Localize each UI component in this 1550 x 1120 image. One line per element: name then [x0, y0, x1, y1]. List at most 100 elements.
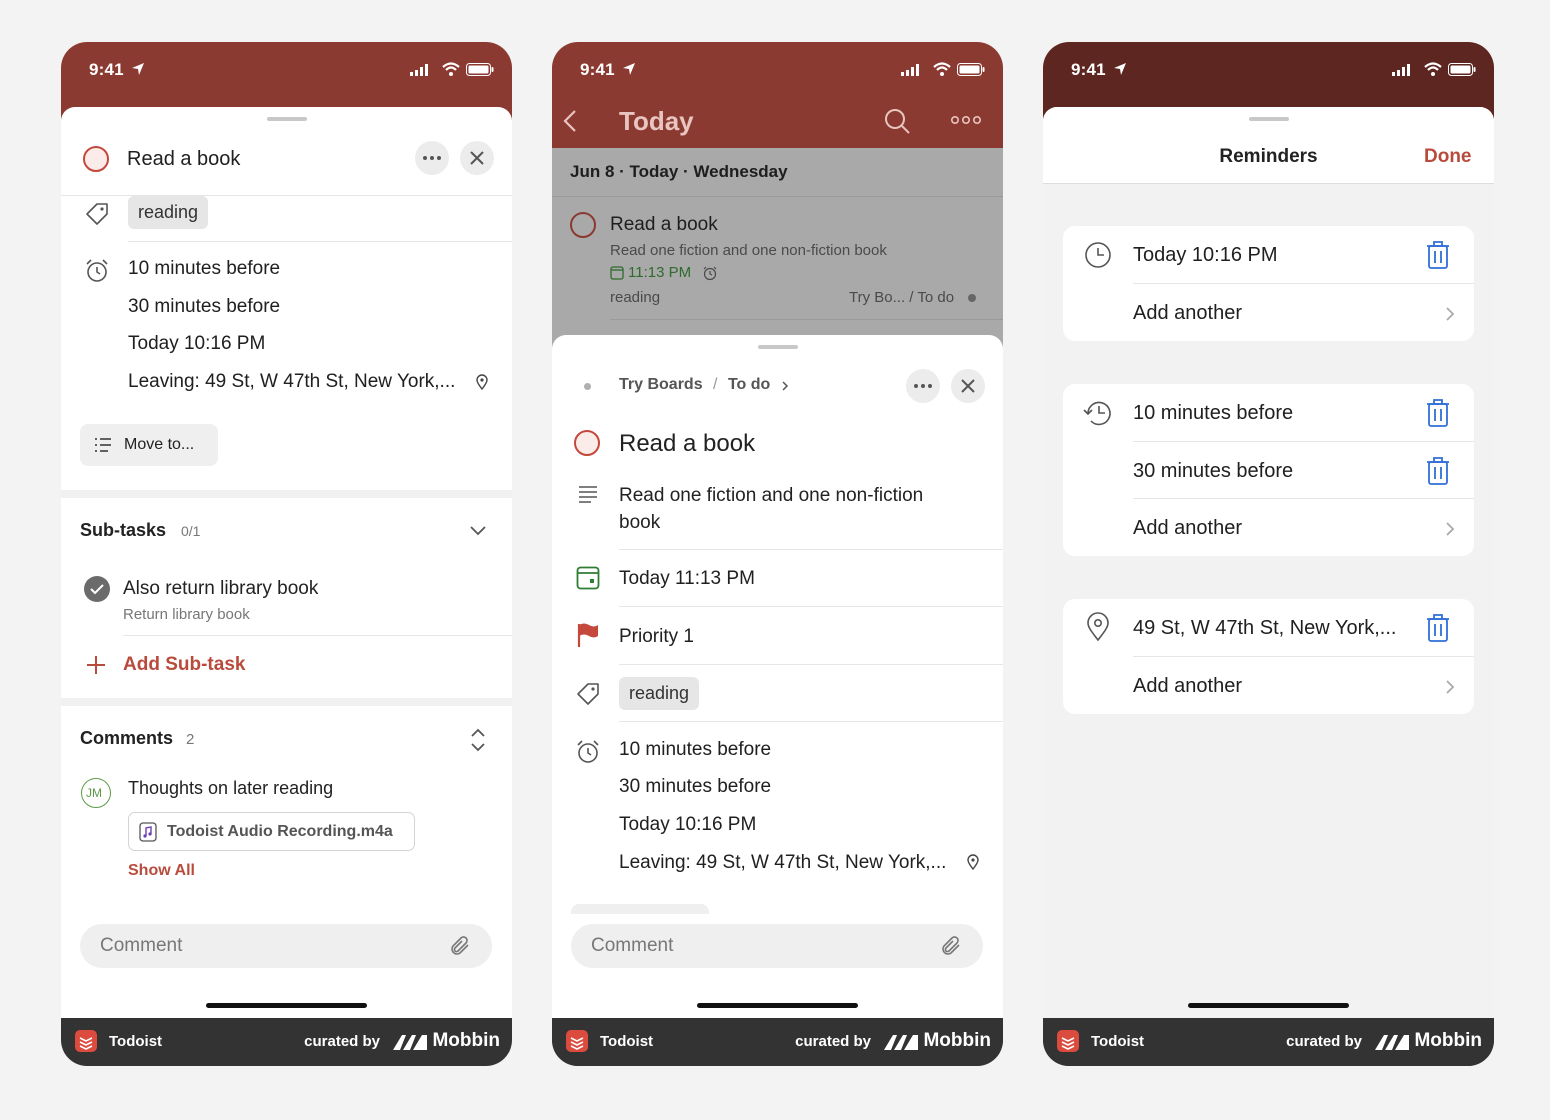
battery-icon — [957, 63, 985, 76]
more-dots-icon — [914, 384, 932, 388]
comments-title: Comments — [80, 728, 174, 748]
more-button[interactable] — [415, 141, 449, 175]
list-task-title[interactable]: Read a book — [610, 214, 718, 236]
mobbin-logo-icon — [884, 1035, 918, 1050]
wifi-icon — [933, 62, 951, 76]
reminder-item[interactable]: Today 10:16 PM — [128, 333, 265, 355]
back-chevron-icon[interactable] — [562, 108, 578, 134]
divider — [1133, 498, 1474, 499]
list-task-label: reading — [610, 289, 661, 306]
more-dots-icon — [423, 156, 441, 160]
label-chip[interactable]: reading — [128, 196, 209, 229]
task-checkbox[interactable] — [83, 146, 109, 172]
trash-icon[interactable] — [1425, 456, 1451, 486]
reminder-item[interactable]: Leaving: 49 St, W 47th St, New York,... — [128, 371, 455, 393]
list-task-checkbox[interactable] — [570, 212, 596, 238]
location-arrow-icon — [132, 63, 144, 75]
trash-icon[interactable] — [1425, 398, 1451, 428]
sheet-grabber[interactable] — [1249, 117, 1289, 121]
task-title[interactable]: Read a book — [619, 430, 755, 458]
reminder-item[interactable]: Today 10:16 PM — [619, 814, 756, 836]
location-pin-icon — [967, 854, 979, 870]
reminder-item[interactable]: Today 10:16 PM — [1133, 244, 1278, 267]
paperclip-icon[interactable] — [448, 934, 472, 958]
close-button[interactable] — [460, 141, 494, 175]
battery-icon — [1448, 63, 1476, 76]
location-reminder-card: 49 St, W 47th St, New York,... Add anoth… — [1063, 599, 1474, 714]
sheet-grabber[interactable] — [267, 117, 307, 121]
add-subtask-button[interactable]: Add Sub-task — [123, 654, 245, 676]
breadcrumb-project[interactable]: Try Boards — [619, 376, 703, 393]
done-button[interactable]: Done — [1424, 146, 1472, 168]
status-time: 9:41 — [580, 60, 615, 79]
footer-app-name: Todoist — [1091, 1033, 1145, 1050]
add-another-button[interactable]: Add another — [1133, 517, 1242, 540]
footer-bar: Todoist curated by Mobbin — [1043, 1018, 1494, 1066]
label-chip[interactable]: reading — [619, 677, 700, 710]
date-header: Jun 8 · Today · Wednesday — [570, 162, 788, 181]
signal-icon — [410, 64, 428, 76]
add-another-button[interactable]: Add another — [1133, 302, 1242, 325]
status-bar: 9:41 — [552, 42, 1003, 102]
breadcrumb[interactable]: Try Boards / To do — [619, 376, 770, 394]
chevron-down-icon[interactable] — [469, 524, 487, 536]
more-button[interactable] — [906, 369, 940, 403]
plus-icon[interactable] — [85, 654, 107, 676]
footer-curated: curated by — [304, 1033, 380, 1050]
divider — [61, 195, 512, 196]
reminder-item[interactable]: 49 St, W 47th St, New York,... — [1133, 617, 1396, 640]
subtask-title[interactable]: Also return library book — [123, 578, 318, 600]
comment-text: Thoughts on later reading — [128, 778, 334, 798]
trash-icon[interactable] — [1425, 240, 1451, 270]
add-another-button[interactable]: Add another — [1133, 675, 1242, 698]
nav-title: Today — [619, 106, 694, 136]
reminder-item[interactable]: 30 minutes before — [619, 776, 771, 798]
subtask-checkbox-checked[interactable] — [84, 576, 110, 602]
location-arrow-icon — [1114, 63, 1126, 75]
chevron-right-icon — [1446, 307, 1455, 321]
reminder-item[interactable]: 30 minutes before — [1133, 460, 1293, 483]
reminder-item[interactable]: Leaving: 49 St, W 47th St, New York,... — [619, 852, 946, 874]
task-title[interactable]: Read a book — [127, 148, 240, 171]
move-to-button[interactable]: Move to... — [80, 424, 218, 466]
calendar-icon — [576, 566, 600, 590]
reminder-item[interactable]: 10 minutes before — [1133, 402, 1293, 425]
reminder-item[interactable]: 30 minutes before — [128, 296, 280, 318]
alarm-clock-icon — [86, 259, 108, 282]
footer-brand: Mobbin — [1414, 1030, 1482, 1051]
due-date[interactable]: Today 11:13 PM — [619, 568, 755, 590]
breadcrumb-section[interactable]: To do — [728, 376, 770, 393]
location-arrow-icon — [623, 63, 635, 75]
status-time: 9:41 — [1071, 60, 1106, 79]
comment-input[interactable]: Comment — [80, 924, 492, 968]
history-clock-icon — [1083, 401, 1111, 426]
priority[interactable]: Priority 1 — [619, 626, 694, 648]
show-all-link[interactable]: Show All — [128, 862, 195, 880]
reminder-item[interactable]: 10 minutes before — [128, 258, 280, 280]
sheet-grabber[interactable] — [758, 345, 798, 349]
close-button[interactable] — [951, 369, 985, 403]
breadcrumb-dot — [584, 383, 591, 390]
search-icon[interactable] — [883, 107, 911, 135]
footer-app-name: Todoist — [109, 1033, 163, 1050]
comment-input[interactable]: Comment — [571, 924, 983, 968]
task-checkbox[interactable] — [574, 430, 600, 456]
chevron-right-icon — [1446, 680, 1455, 694]
comment-placeholder: Comment — [100, 935, 183, 956]
chevron-updown-icon[interactable] — [469, 726, 487, 754]
footer-brand: Mobbin — [923, 1030, 991, 1051]
reminder-item[interactable]: 10 minutes before — [619, 739, 771, 761]
paperclip-icon[interactable] — [939, 934, 963, 958]
wifi-icon — [442, 62, 460, 76]
task-description[interactable]: Read one fiction and one non-fiction boo… — [619, 482, 959, 536]
content-fade — [552, 914, 1003, 924]
more-options-icon[interactable] — [950, 114, 982, 126]
status-bar: 9:41 — [1043, 42, 1494, 102]
phone-task-detail: 9:41 Read a book reading 10 minutes befo… — [61, 42, 512, 1066]
divider — [1133, 441, 1474, 442]
trash-icon[interactable] — [1425, 613, 1451, 643]
attachment-chip[interactable]: Todoist Audio Recording.m4a — [128, 812, 415, 851]
signal-icon — [1392, 64, 1410, 76]
divider — [619, 606, 1003, 607]
subtasks-title: Sub-tasks — [80, 520, 167, 540]
